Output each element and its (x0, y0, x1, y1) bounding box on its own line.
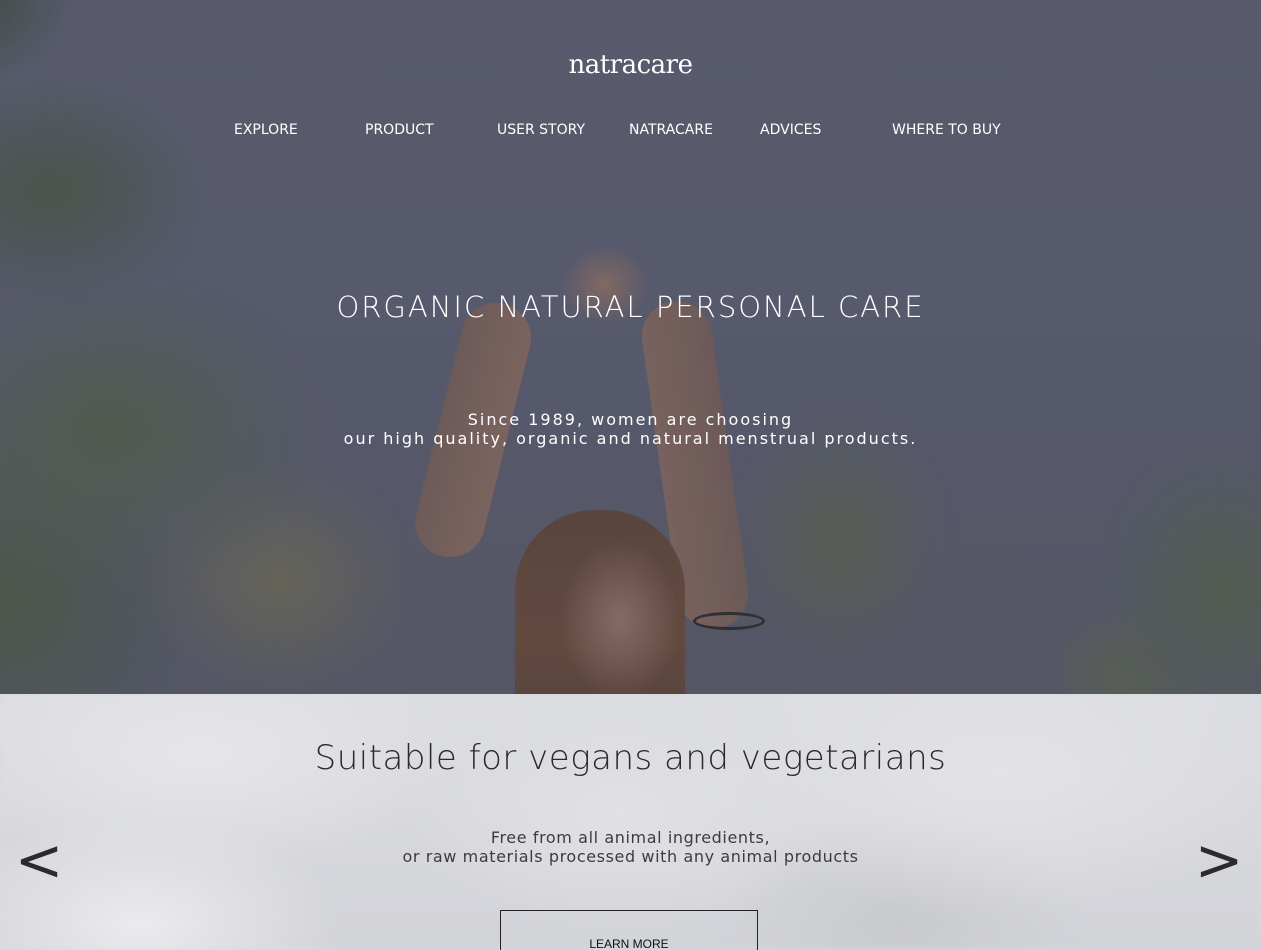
brand-logo[interactable]: natracare (0, 50, 1261, 80)
hero-subtitle-line-1: Since 1989, women are choosing (467, 410, 794, 429)
slide-description: Free from all animal ingredients, or raw… (0, 828, 1261, 866)
hero-title: ORGANIC NATURAL PERSONAL CARE (336, 290, 925, 324)
slide-title: Suitable for vegans and vegetarians (314, 738, 947, 778)
nav-item-advices[interactable]: ADVICES (760, 122, 821, 138)
nav-item-natracare[interactable]: NATRACARE (629, 122, 713, 138)
nav-item-user-story[interactable]: USER STORY (497, 122, 585, 138)
slide-description-line-1: Free from all animal ingredients, (490, 828, 771, 847)
slide-description-line-2: or raw materials processed with any anim… (402, 847, 859, 866)
nav-item-explore[interactable]: EXPLORE (234, 122, 298, 138)
hero-subtitle-line-2: our high quality, organic and natural me… (343, 429, 918, 448)
main-nav: EXPLORE PRODUCT USER STORY NATRACARE ADV… (0, 122, 1261, 146)
hero-subtitle: Since 1989, women are choosing our high … (0, 410, 1261, 448)
nav-item-where-to-buy[interactable]: WHERE TO BUY (892, 122, 1001, 138)
nav-item-product[interactable]: PRODUCT (365, 122, 434, 138)
learn-more-label: LEARN MORE (589, 937, 669, 950)
hero-tint-overlay (0, 0, 1261, 694)
feature-slider: < > Suitable for vegans and vegetarians … (0, 694, 1261, 950)
hero-section: natracare EXPLORE PRODUCT USER STORY NAT… (0, 0, 1261, 694)
learn-more-button[interactable]: LEARN MORE (500, 910, 758, 950)
